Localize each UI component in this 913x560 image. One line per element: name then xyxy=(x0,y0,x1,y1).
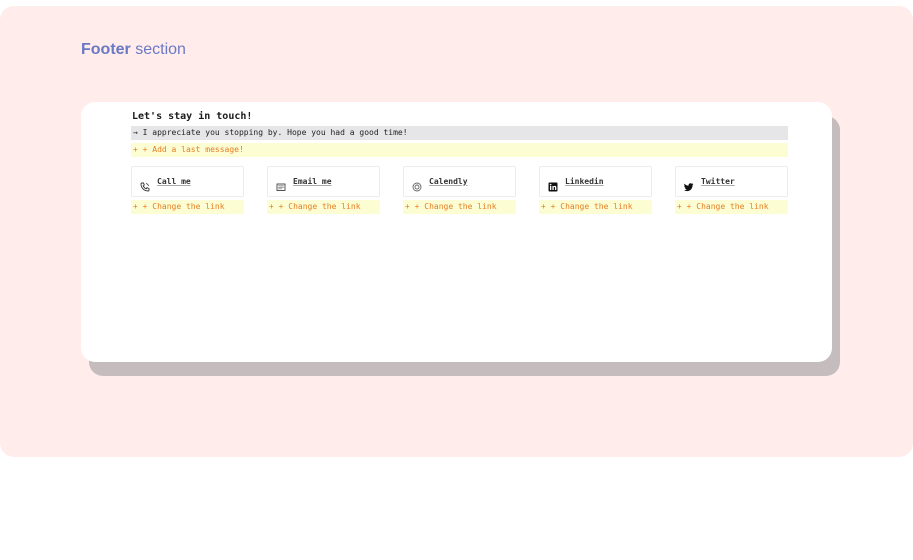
link-label: Calendly xyxy=(429,177,468,186)
link-label: Email me xyxy=(293,177,332,186)
add-last-message-button[interactable]: + + Add a last message! xyxy=(131,143,788,157)
link-label: Call me xyxy=(157,177,191,186)
section-title-rest: section xyxy=(130,41,186,58)
change-link-button[interactable]: + + Change the link xyxy=(267,200,380,214)
change-link-button[interactable]: + + Change the link xyxy=(403,200,516,214)
change-link-button[interactable]: + + Change the link xyxy=(131,200,244,214)
section-title: Footer section xyxy=(81,41,186,59)
link-twitter[interactable]: Twitter xyxy=(675,166,788,197)
phone-icon xyxy=(140,177,150,192)
link-calendly[interactable]: Calendly xyxy=(403,166,516,197)
footer-message[interactable]: → I appreciate you stopping by. Hope you… xyxy=(131,126,788,140)
linkedin-icon xyxy=(548,177,558,192)
link-email-me[interactable]: Email me xyxy=(267,166,380,197)
link-call-me[interactable]: Call me xyxy=(131,166,244,197)
mail-icon xyxy=(276,177,286,191)
link-linkedin[interactable]: Linkedin xyxy=(539,166,652,197)
twitter-icon xyxy=(684,177,694,192)
link-label: Linkedin xyxy=(565,177,604,186)
link-label: Twitter xyxy=(701,177,735,186)
footer-preview-card xyxy=(81,102,832,362)
change-link-button[interactable]: + + Change the link xyxy=(539,200,652,214)
calendly-icon xyxy=(412,177,422,192)
section-title-bold: Footer xyxy=(81,41,131,58)
change-link-button[interactable]: + + Change the link xyxy=(675,200,788,214)
footer-heading[interactable]: Let's stay in touch! xyxy=(132,111,252,122)
